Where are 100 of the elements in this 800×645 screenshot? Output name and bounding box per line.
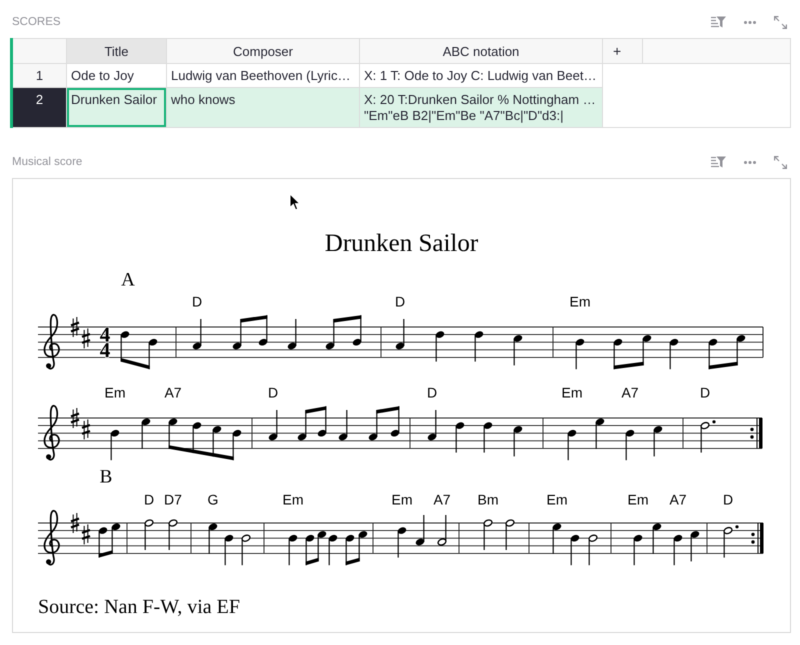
row-number[interactable]: 1 [13,64,67,88]
chord-symbol: D7 [164,492,182,508]
column-header[interactable]: Title [67,39,167,64]
chord-symbol: D [192,294,202,310]
table-cell[interactable]: Drunken Sailor [67,88,167,127]
quarter-note-icon [436,331,444,362]
quarter-note-icon [338,410,348,440]
beamed-eighth-notes-icon [368,406,400,440]
quarter-note-icon [514,335,522,366]
chord-symbol: Em [392,492,412,508]
half-note-icon [241,534,251,566]
half-note-icon [505,519,515,550]
row-number[interactable]: 2 [13,88,67,127]
half-note-icon [437,515,447,546]
treble-clef-icon [44,510,60,566]
table-cell[interactable]: X: 20 T:Drunken Sailor % Nottingham … "Em"eB B2|"Em"Be "A7"Bc|"D"d3:| [360,88,603,127]
repeat-end-barline-icon [750,418,762,449]
sort-filter-icon[interactable] [711,16,726,28]
quarter-note-icon [288,534,298,566]
sharp-icon [82,328,90,349]
quarter-note-icon [570,534,580,566]
column-header[interactable]: ABC notation [360,39,603,64]
chord-symbol: Em [546,492,568,508]
quarter-note-icon [208,523,218,554]
table-cell[interactable]: who knows [167,88,360,127]
quarter-note-icon [396,319,404,350]
chord-symbol: D [700,384,710,400]
beamed-eighth-notes-icon [98,523,120,558]
more-options-icon[interactable] [744,20,756,24]
sort-filter-icon[interactable] [711,156,726,168]
beamed-eighth-notes-icon [298,406,326,440]
chord-symbol: A7 [164,384,182,400]
quarter-note-icon [674,534,682,566]
beamed-eighth-notes-icon [346,531,368,566]
treble-clef-icon [44,314,60,370]
table-cell[interactable]: Ode to Joy [67,64,167,88]
chord-symbol: A7 [621,384,639,400]
score-source: Source: Nan F-W, via EF [38,595,240,619]
dotted-half-note-icon [700,420,716,453]
quarter-note-icon [224,534,234,566]
quarter-note-icon [456,422,464,453]
sharp-icon [70,408,80,428]
expand-icon[interactable] [774,156,787,168]
chord-symbol: G [208,492,218,508]
add-column-button[interactable]: + [603,39,643,64]
table-cell[interactable]: X: 1 T: Ode to Joy C: Ludwig van Beet… [360,64,603,88]
chord-symbol: Em [104,384,126,400]
quarter-note-icon [328,534,338,566]
quarter-note-icon [268,410,278,440]
sharp-icon [82,524,90,545]
repeat-end-barline-icon [751,522,764,554]
quarter-note-icon [474,331,484,362]
chord-symbol: D [394,294,406,310]
chord-symbol: D [426,384,438,400]
quarter-note-icon [596,418,604,449]
quarter-note-icon [192,319,202,350]
sharp-icon [70,316,80,338]
score-title: Drunken Sailor [324,230,478,258]
quarter-note-icon [398,527,406,558]
more-options-icon[interactable] [744,160,756,164]
quarter-note-icon [670,338,678,370]
chord-symbol: A7 [669,492,687,508]
treble-clef-icon [44,404,60,461]
quarter-note-icon [416,515,424,546]
quarter-note-icon [552,523,562,554]
expand-icon[interactable] [774,16,787,28]
quarter-note-icon [428,410,436,440]
sharp-icon [82,418,90,440]
mouse-pointer-icon [289,193,301,211]
quarter-note-icon [690,531,700,562]
chord-symbol: Em [562,384,582,400]
quarter-note-icon [288,319,296,350]
quarter-note-icon [626,430,634,460]
beamed-eighth-notes-icon [232,315,268,350]
half-note-icon [588,534,598,566]
half-note-icon [483,519,493,550]
chord-symbol: D [722,492,734,508]
beamed-eighth-notes-icon [326,315,362,350]
chord-symbol: Em [570,294,590,310]
chord-symbol: Bm [478,492,498,508]
quarter-note-icon [514,426,522,456]
section-label: A [121,270,135,290]
beamed-eighth-notes-icon [708,335,746,370]
quarter-note-icon [568,430,576,460]
quarter-note-icon [110,430,120,460]
beamed-eighth-notes-icon [168,418,242,460]
chord-symbol: A7 [433,492,451,508]
quarter-note-icon [142,418,150,449]
quarter-note-icon [576,338,584,370]
half-note-icon [144,519,154,550]
column-header[interactable]: Composer [167,39,360,64]
sharp-icon [70,512,80,534]
quarter-note-icon [484,422,492,453]
table-cell[interactable]: Ludwig van Beethoven (Lyric… [167,64,360,88]
dotted-half-note-icon [723,525,739,558]
section-title: SCORES [12,15,61,29]
half-note-icon [168,519,178,550]
quarter-note-icon [652,523,662,554]
chord-symbol: Em [628,492,648,508]
chord-symbol: Em [282,492,304,508]
